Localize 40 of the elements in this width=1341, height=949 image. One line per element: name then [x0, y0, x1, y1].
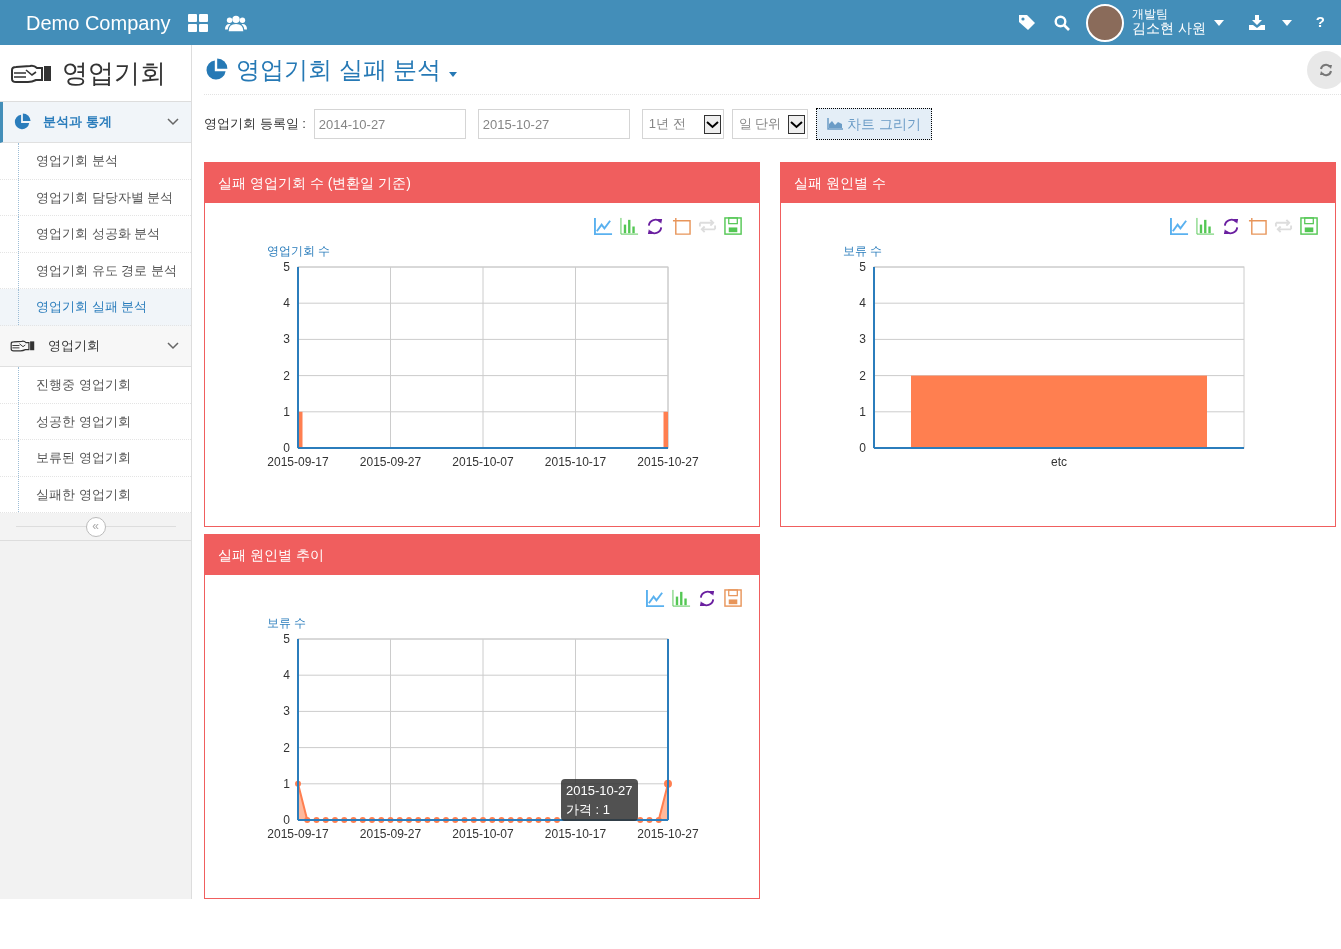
- axis-title: 보류 수: [267, 616, 307, 630]
- axis-label: 2: [283, 368, 290, 383]
- filter-label: 영업기회 등록일 :: [204, 115, 306, 134]
- axis-title: 영업기회 수: [267, 244, 331, 258]
- axis-label: 2: [283, 740, 290, 755]
- axis-label: 4: [283, 668, 290, 683]
- page-title: 영업기회 실패 분석: [236, 54, 442, 85]
- chart-tooltip: 2015-10-27 가격 : 1: [561, 779, 638, 821]
- axis-label: 2015-10-17: [544, 455, 607, 469]
- panel-title: 실패 원인별 수: [794, 173, 886, 193]
- axis-label: 2015-09-17: [267, 827, 329, 841]
- axis-label: 0: [859, 441, 866, 455]
- axis-label: 3: [283, 704, 290, 719]
- axis-label: 2015-10-17: [544, 827, 607, 841]
- axis-label: etc: [1051, 455, 1067, 469]
- axis-title: 보류 수: [843, 244, 883, 258]
- axis-label: 4: [283, 296, 290, 311]
- sidebar-title: 영업기회: [62, 56, 166, 90]
- axis-label: 2015-10-27: [637, 455, 699, 469]
- axis-label: 2015-09-27: [359, 455, 422, 469]
- axis-label: 1: [859, 404, 866, 419]
- axis-label: 5: [859, 260, 866, 274]
- user-team: 개발팀: [1131, 8, 1169, 22]
- axis-label: 2015-09-17: [267, 455, 329, 469]
- panel-title: 실패 영업기회 수 (변환일 기준): [218, 173, 411, 193]
- axis-label: 2015-10-07: [452, 827, 514, 841]
- axis-label: 5: [283, 260, 290, 274]
- axis-label: 1: [283, 404, 290, 419]
- axis-label: 0: [283, 441, 290, 455]
- axis-label: 2015-10-07: [452, 455, 514, 469]
- axis-label: 5: [283, 632, 290, 646]
- axis-label: 3: [859, 332, 866, 347]
- axis-label: 3: [283, 332, 290, 347]
- axis-label: 2015-09-27: [359, 827, 422, 841]
- axis-label: 0: [283, 813, 290, 827]
- axis-label: 2: [859, 368, 866, 383]
- axis-label: 2015-10-27: [637, 827, 699, 841]
- panel-title: 실패 원인별 추이: [218, 545, 324, 565]
- axis-label: 4: [859, 296, 866, 311]
- axis-label: 1: [283, 776, 290, 791]
